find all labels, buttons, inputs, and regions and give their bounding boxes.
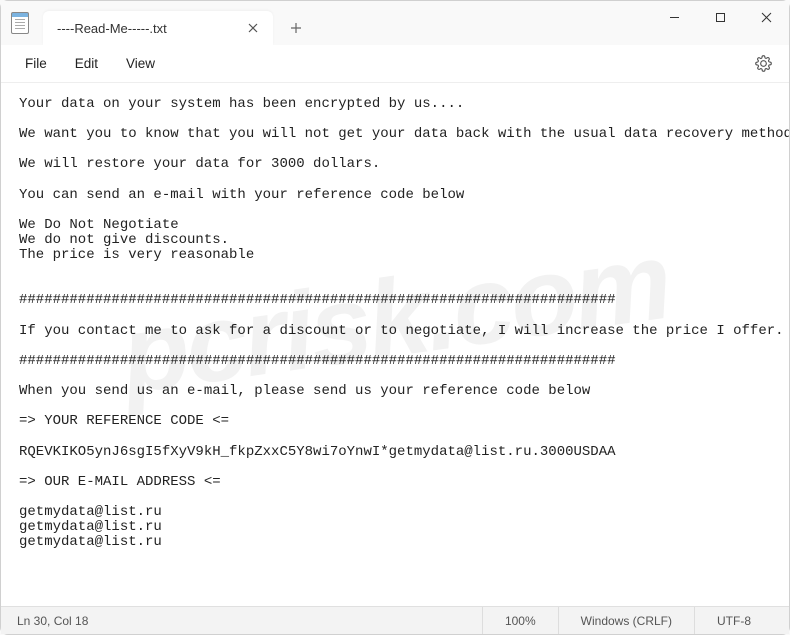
minimize-button[interactable]	[651, 1, 697, 33]
status-encoding: UTF-8	[694, 607, 773, 634]
maximize-button[interactable]	[697, 1, 743, 33]
menu-view[interactable]: View	[112, 50, 169, 77]
text-editor-content[interactable]: Your data on your system has been encryp…	[1, 83, 789, 606]
document-tab[interactable]: ----Read-Me-----.txt	[43, 11, 273, 45]
settings-button[interactable]	[747, 48, 779, 80]
close-window-button[interactable]	[743, 1, 789, 33]
close-tab-icon[interactable]	[243, 18, 263, 38]
notepad-icon	[11, 12, 29, 34]
titlebar: ----Read-Me-----.txt	[1, 1, 789, 45]
new-tab-button[interactable]	[279, 11, 313, 45]
menu-edit[interactable]: Edit	[61, 50, 112, 77]
window-controls	[651, 1, 789, 45]
menu-file[interactable]: File	[11, 50, 61, 77]
status-zoom[interactable]: 100%	[482, 607, 558, 634]
status-position: Ln 30, Col 18	[17, 614, 482, 628]
menubar: File Edit View	[1, 45, 789, 83]
gear-icon	[755, 55, 772, 72]
tab-title: ----Read-Me-----.txt	[57, 21, 243, 36]
statusbar: Ln 30, Col 18 100% Windows (CRLF) UTF-8	[1, 606, 789, 634]
status-line-ending: Windows (CRLF)	[558, 607, 694, 634]
